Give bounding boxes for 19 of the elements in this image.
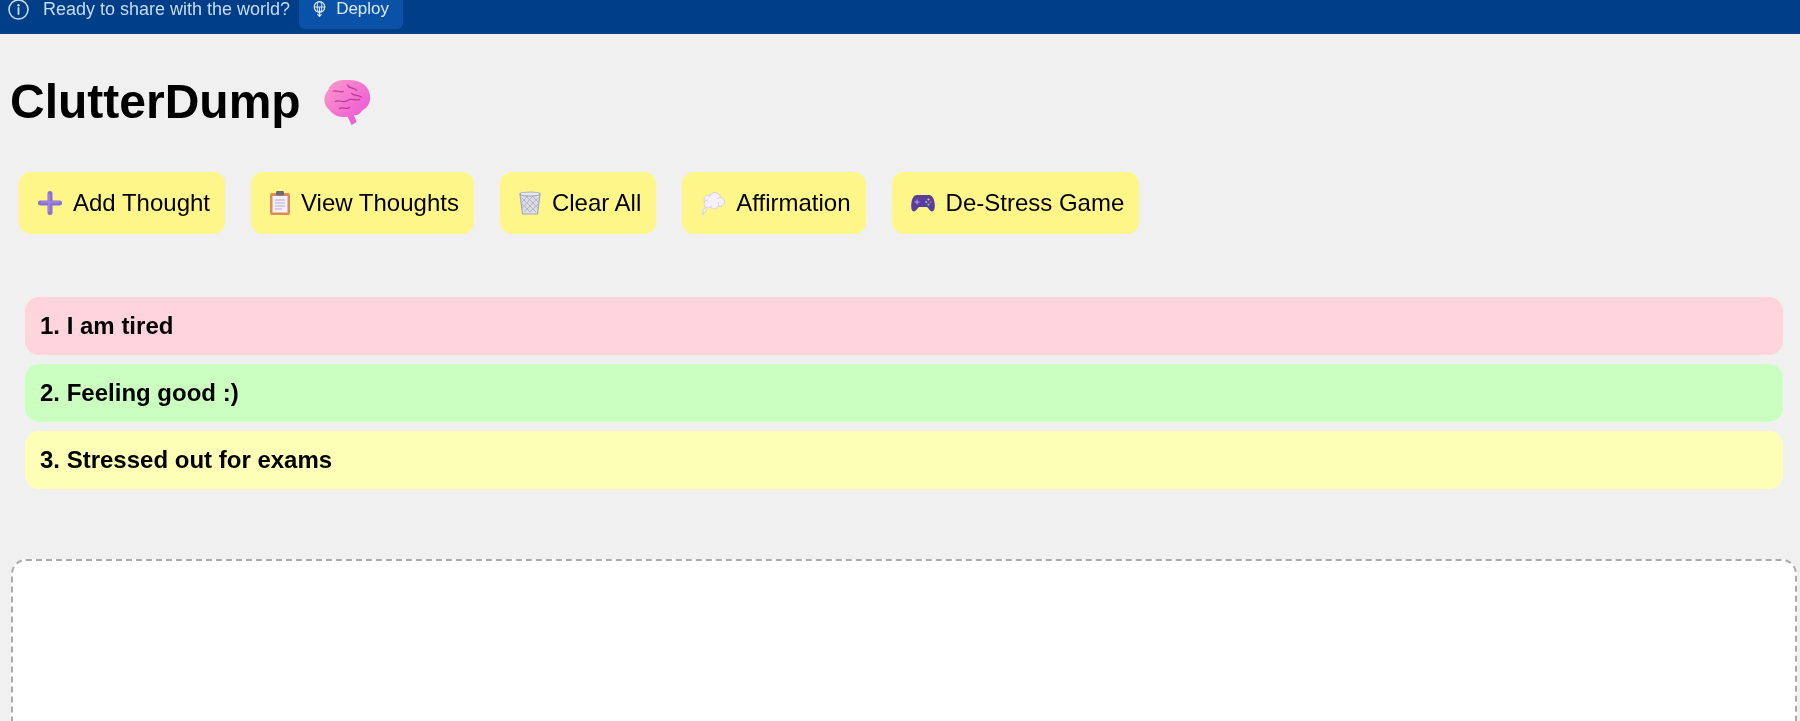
thought-bubble-icon <box>701 191 726 215</box>
banner-message: Ready to share with the world? <box>43 0 291 18</box>
plus-icon <box>38 191 62 215</box>
toolbar-button[interactable]: De-Stress Game <box>891 172 1140 234</box>
toolbar-button[interactable]: Add Thought <box>19 172 225 234</box>
thought-item: 2. Feeling good :) <box>25 364 1783 422</box>
deploy-button[interactable]: Deploy <box>299 0 404 29</box>
toolbar-button[interactable]: Clear All <box>499 172 657 234</box>
info-icon <box>8 0 29 20</box>
wastebasket-icon <box>518 191 541 215</box>
toolbar-button[interactable]: View Thoughts <box>251 172 474 234</box>
toolbar-button[interactable]: Affirmation <box>682 172 866 234</box>
clipboard-icon <box>270 191 290 215</box>
thought-item: 3. Stressed out for exams <box>25 431 1783 489</box>
globe-icon <box>313 1 327 17</box>
brain-icon <box>322 78 371 125</box>
app-title: ClutterDump <box>10 74 301 129</box>
game-controller-icon <box>910 194 935 212</box>
thought-item: 1. I am tired <box>25 297 1783 355</box>
